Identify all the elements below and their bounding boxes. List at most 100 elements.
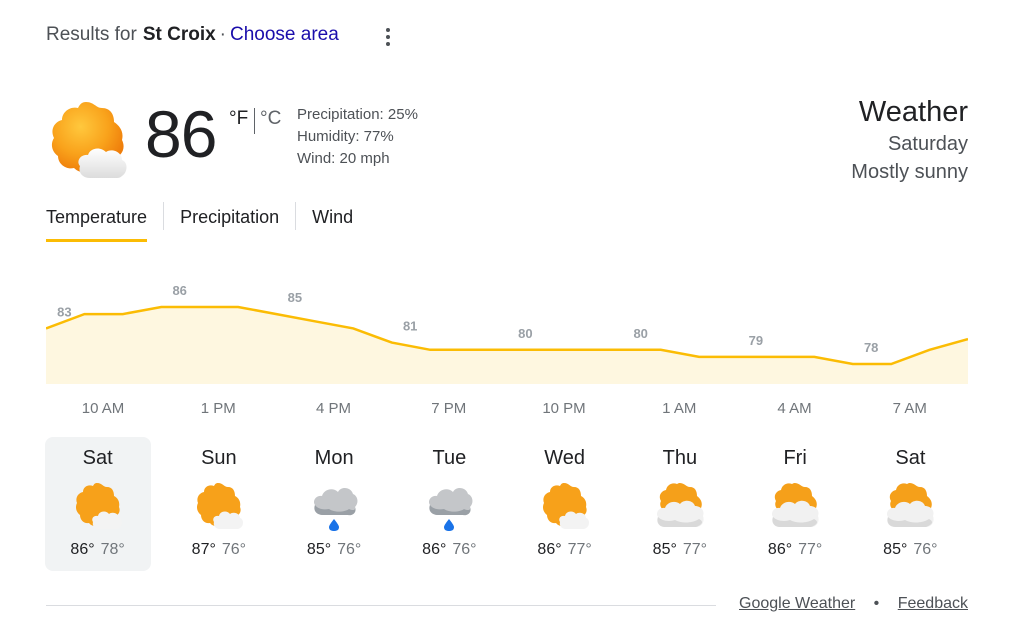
temperature-value-label: 81 — [403, 319, 417, 334]
tab-temperature[interactable]: Temperature — [46, 198, 148, 242]
partly-cloudy-icon — [770, 481, 820, 531]
day-high-temp: 85° — [883, 541, 908, 558]
temperature-value-label: 78 — [864, 340, 878, 355]
day-temperatures: 85° 76° — [857, 541, 963, 559]
day-name: Tue — [432, 447, 467, 469]
day-high-temp: 86° — [537, 541, 562, 558]
tab-divider — [295, 202, 297, 230]
day-card[interactable]: Tue 86° 76° — [396, 437, 502, 571]
results-line: Results for St Croix · Choose area — [46, 24, 339, 46]
day-low-temp: 76° — [337, 541, 362, 558]
unit-divider — [254, 108, 255, 134]
rain-cloud-icon — [424, 481, 474, 531]
more-vert-icon[interactable] — [378, 25, 398, 49]
day-card[interactable]: Wed 86° 77° — [512, 437, 618, 571]
day-name: Sat — [82, 447, 113, 469]
temperature-value-label: 80 — [633, 326, 647, 341]
day-card[interactable]: Sun 87° 76° — [166, 437, 272, 571]
results-prefix: Results for — [46, 24, 137, 45]
separator-dot: · — [219, 24, 226, 45]
place-name: St Croix — [142, 24, 216, 45]
time-label: 1 PM — [200, 400, 236, 417]
day-temperatures: 86° 76° — [396, 541, 502, 559]
partly-cloudy-icon — [655, 481, 705, 531]
day-card[interactable]: Sat 85° 76° — [857, 437, 963, 571]
rain-cloud-icon — [309, 481, 359, 531]
temperature-value-label: 85 — [288, 290, 302, 305]
weather-title: Weather — [858, 96, 968, 128]
mostly-sunny-icon — [46, 98, 130, 182]
time-label: 7 PM — [431, 400, 467, 417]
time-label: 4 PM — [315, 400, 351, 417]
precipitation-text: Precipitation: 25% — [297, 106, 418, 123]
chart-time-labels: 10 AM 1 PM 4 PM 7 PM 10 PM 1 AM 4 AM 7 AM — [46, 400, 968, 424]
day-high-temp: 86° — [422, 541, 447, 558]
day-card[interactable]: Thu 85° 77° — [627, 437, 733, 571]
footer-bullet: • — [873, 595, 880, 612]
day-high-temp: 85° — [306, 541, 332, 558]
day-card[interactable]: Mon 85° 76° — [281, 437, 387, 571]
mostly-sunny-icon — [540, 481, 590, 531]
temperature-area — [46, 307, 968, 384]
day-high-temp: 86° — [70, 541, 95, 558]
day-name: Sat — [895, 447, 926, 469]
weather-card: Results for St Croix · Choose area 86 °F… — [0, 0, 1024, 636]
unit-fahrenheit-button[interactable]: °F — [229, 108, 248, 130]
day-temperatures: 87° 76° — [166, 541, 272, 559]
chart-tabs: Temperature Precipitation Wind — [46, 198, 353, 244]
temperature-value-label: 86 — [172, 283, 186, 298]
day-card[interactable]: Fri 86° 77° — [742, 437, 848, 571]
day-temperatures: 86° 77° — [742, 541, 848, 559]
day-name: Fri — [783, 447, 807, 469]
current-temperature: 86 — [145, 97, 217, 171]
day-high-temp: 86° — [767, 541, 793, 558]
temperature-value-label: 80 — [518, 326, 532, 341]
divider-line — [46, 605, 716, 606]
day-low-temp: 76° — [221, 541, 247, 558]
day-temperatures: 86° 78° — [45, 541, 151, 559]
day-name: Sun — [201, 447, 237, 469]
time-label: 10 AM — [81, 400, 125, 417]
temperature-value-label: 79 — [749, 333, 763, 348]
day-temperatures: 86° 77° — [512, 541, 618, 559]
partly-cloudy-icon — [885, 481, 935, 531]
temperature-chart: 83 86 85 81 80 80 79 78 — [46, 270, 968, 388]
daily-forecast: Sat 86° 78° Sun 87° 76° Mon 85° 76° Tue 86° 76° Wed 8… — [44, 437, 968, 573]
weather-day: Saturday — [887, 133, 968, 155]
google-weather-link[interactable]: Google Weather — [739, 595, 855, 612]
tab-precipitation[interactable]: Precipitation — [180, 198, 279, 238]
choose-area-link[interactable]: Choose area — [230, 24, 339, 46]
day-temperatures: 85° 77° — [627, 541, 733, 559]
time-label: 7 AM — [892, 400, 927, 417]
day-high-temp: 85° — [652, 541, 677, 558]
weather-summary: Weather Saturday Mostly sunny — [851, 94, 968, 186]
time-label: 1 AM — [662, 400, 697, 417]
day-low-temp: 76° — [913, 541, 938, 558]
day-low-temp: 76° — [452, 541, 477, 558]
wind-text: Wind: 20 mph — [297, 150, 390, 167]
temperature-chart-svg: 83 86 85 81 80 80 79 78 — [46, 283, 968, 384]
day-name: Thu — [662, 447, 698, 469]
day-temperatures: 85° 76° — [281, 541, 387, 559]
day-low-temp: 78° — [100, 541, 125, 558]
tab-wind[interactable]: Wind — [312, 198, 353, 238]
unit-celsius-button[interactable]: °C — [260, 108, 281, 130]
day-low-temp: 77° — [682, 541, 708, 558]
current-details: Precipitation: 25% Humidity: 77% Wind: 2… — [297, 104, 418, 170]
temperature-value-label: 83 — [57, 304, 71, 319]
mostly-sunny-icon — [194, 481, 244, 531]
time-label: 10 PM — [542, 400, 586, 417]
time-label: 4 AM — [777, 400, 812, 417]
day-low-temp: 77° — [798, 541, 823, 558]
day-name: Wed — [544, 447, 585, 469]
weather-condition: Mostly sunny — [851, 161, 968, 183]
day-low-temp: 77° — [567, 541, 592, 558]
day-name: Mon — [314, 447, 354, 469]
footer-links: Google Weather • Feedback — [739, 595, 968, 613]
humidity-text: Humidity: 77% — [297, 128, 394, 145]
day-high-temp: 87° — [191, 541, 216, 558]
day-card[interactable]: Sat 86° 78° — [44, 437, 151, 571]
feedback-link[interactable]: Feedback — [898, 595, 968, 612]
tab-divider — [163, 202, 165, 230]
mostly-sunny-icon — [73, 481, 123, 531]
